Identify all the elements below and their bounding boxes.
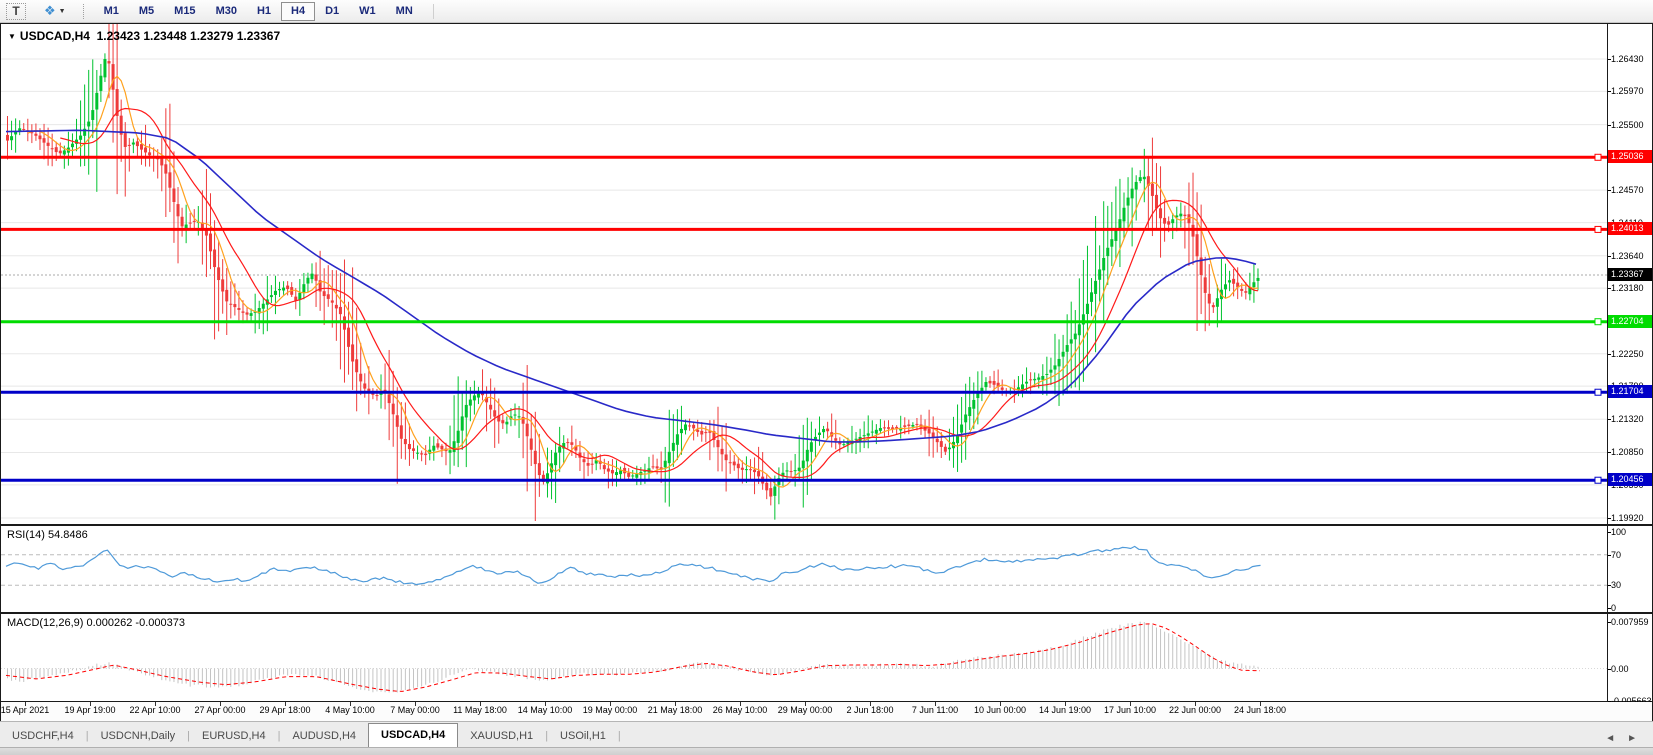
- macd-tick-label: 0.007959: [1611, 617, 1649, 627]
- price-scale[interactable]: 1.264301.259701.255001.250401.245701.241…: [1607, 24, 1652, 524]
- date-tick-label: 14 May 10:00: [518, 705, 573, 715]
- chart-tab-usdchf-h4[interactable]: USDCHF,H4: [0, 726, 86, 747]
- collapse-arrow-icon[interactable]: ▼: [8, 32, 16, 41]
- rsi-tick-label: 0: [1611, 603, 1616, 613]
- chart-window: ▼ USDCAD,H4 1.23423 1.23448 1.23279 1.233…: [0, 23, 1653, 721]
- timeframe-button-h1[interactable]: H1: [247, 2, 281, 21]
- timeframe-button-m30[interactable]: M30: [206, 2, 247, 21]
- chevron-down-icon: ▼: [59, 8, 66, 15]
- date-tick-label: 4 May 10:00: [325, 705, 375, 715]
- level-price-label: 1.25036: [1608, 150, 1652, 163]
- status-bar: [0, 747, 1653, 755]
- date-tick-label: 7 May 00:00: [390, 705, 440, 715]
- rsi-tick-label: 30: [1611, 580, 1621, 590]
- price-tick-label: 1.23640: [1611, 251, 1644, 261]
- timeframe-button-d1[interactable]: D1: [315, 2, 349, 21]
- timeframe-button-m1[interactable]: M1: [94, 2, 129, 21]
- price-tick-label: 1.24570: [1611, 185, 1644, 195]
- tab-scroll-left-button[interactable]: ◄: [1599, 733, 1621, 744]
- chart-tab-usoil-h1[interactable]: USOil,H1: [548, 726, 618, 747]
- price-tick-label: 1.26430: [1611, 54, 1644, 64]
- timeframe-button-m15[interactable]: M15: [164, 2, 205, 21]
- price-tick-label: 1.23180: [1611, 283, 1644, 293]
- date-tick-label: 22 Apr 10:00: [129, 705, 180, 715]
- macd-pane: MACD(12,26,9) 0.000262 -0.000373 0.00795…: [1, 614, 1652, 702]
- date-tick-label: 29 May 00:00: [778, 705, 833, 715]
- top-toolbar: T ❖ ▼ M1M5M15M30H1H4D1W1MN: [0, 0, 1653, 23]
- toolbar-separator: [433, 4, 435, 19]
- price-tick-label: 1.22250: [1611, 349, 1644, 359]
- symbol-tab-bar: USDCHF,H4|USDCNH,Daily|EURUSD,H4|AUDUSD,…: [0, 721, 1653, 747]
- price-pane: ▼ USDCAD,H4 1.23423 1.23448 1.23279 1.233…: [1, 24, 1652, 526]
- timeframe-button-mn[interactable]: MN: [386, 2, 423, 21]
- chart-ohlc-values: 1.23423 1.23448 1.23279 1.23367: [97, 29, 281, 43]
- text-tool-button[interactable]: T: [3, 2, 29, 21]
- chart-tab-audusd-h4[interactable]: AUDUSD,H4: [280, 726, 368, 747]
- price-tick-label: 1.25500: [1611, 120, 1644, 130]
- tab-separator: |: [618, 726, 621, 747]
- date-tick-label: 26 May 10:00: [713, 705, 768, 715]
- date-tick-label: 11 May 18:00: [453, 705, 507, 715]
- date-tick-label: 15 Apr 2021: [1, 705, 50, 715]
- chart-tab-usdcad-h4[interactable]: USDCAD,H4: [368, 723, 458, 747]
- macd-chart-canvas[interactable]: [1, 614, 1609, 700]
- level-price-label: 1.21704: [1608, 385, 1652, 398]
- chart-tab-xauusd-h1[interactable]: XAUUSD,H1: [458, 726, 545, 747]
- macd-tick-label: 0.00: [1611, 664, 1629, 674]
- chart-symbol-label: USDCAD,H4: [20, 29, 90, 43]
- timeframe-button-m5[interactable]: M5: [129, 2, 164, 21]
- date-tick-label: 17 Jun 10:00: [1104, 705, 1156, 715]
- price-tick-label: 1.19920: [1611, 513, 1644, 523]
- timeframe-button-h4[interactable]: H4: [281, 2, 315, 21]
- date-tick-label: 21 May 18:00: [648, 705, 703, 715]
- tab-scroll-right-button[interactable]: ►: [1621, 733, 1643, 744]
- price-chart-canvas[interactable]: [1, 24, 1609, 524]
- date-tick-label: 29 Apr 18:00: [259, 705, 310, 715]
- chart-tab-usdcnh-daily[interactable]: USDCNH,Daily: [89, 726, 188, 747]
- date-axis[interactable]: 15 Apr 2021 19 Apr 19:00 22 Apr 10:00 27 Ap…: [1, 702, 1652, 722]
- rsi-tick-label: 100: [1611, 527, 1626, 537]
- rsi-scale[interactable]: 100 70 30 0: [1607, 526, 1652, 612]
- date-tick-label: 22 Jun 00:00: [1169, 705, 1221, 715]
- chart-tab-eurusd-h4[interactable]: EURUSD,H4: [190, 726, 278, 747]
- macd-scale[interactable]: 0.0079590.00-0.005663: [1607, 614, 1652, 701]
- date-tick-label: 24 Jun 18:00: [1234, 705, 1286, 715]
- level-price-label: 1.20456: [1608, 473, 1652, 486]
- price-tick-label: 1.25970: [1611, 86, 1644, 96]
- timeframe-button-w1[interactable]: W1: [349, 2, 386, 21]
- chart-title: ▼ USDCAD,H4 1.23423 1.23448 1.23279 1.233…: [8, 29, 280, 43]
- text-tool-icon: T: [6, 3, 25, 20]
- date-tick-label: 19 Apr 19:00: [64, 705, 115, 715]
- tab-scroll-arrows: ◄►: [1599, 728, 1643, 746]
- rsi-chart-canvas[interactable]: [1, 526, 1609, 612]
- price-tick-label: 1.20850: [1611, 447, 1644, 457]
- cursor-tools-button[interactable]: ❖ ▼: [39, 2, 71, 21]
- date-tick-label: 7 Jun 11:00: [912, 705, 958, 715]
- macd-label: MACD(12,26,9) 0.000262 -0.000373: [7, 617, 185, 629]
- timeframe-buttons: M1M5M15M30H1H4D1W1MN: [94, 2, 423, 21]
- date-tick-label: 10 Jun 00:00: [974, 705, 1026, 715]
- price-tick-label: 1.21320: [1611, 414, 1644, 424]
- date-tick-label: 27 Apr 00:00: [194, 705, 245, 715]
- toolbar-drag-handle[interactable]: [83, 4, 85, 19]
- level-price-label: 1.22704: [1608, 315, 1652, 328]
- level-price-label: 1.24013: [1608, 222, 1652, 235]
- date-tick-label: 19 May 00:00: [583, 705, 638, 715]
- rsi-pane: RSI(14) 54.8486 100 70 30 0: [1, 526, 1652, 614]
- crosshair-tools-icon: ❖: [44, 3, 56, 19]
- rsi-tick-label: 70: [1611, 550, 1621, 560]
- date-tick-label: 14 Jun 19:00: [1039, 705, 1091, 715]
- rsi-label: RSI(14) 54.8486: [7, 529, 88, 541]
- date-tick-label: 2 Jun 18:00: [846, 705, 893, 715]
- current-price-label: 1.23367: [1608, 268, 1652, 281]
